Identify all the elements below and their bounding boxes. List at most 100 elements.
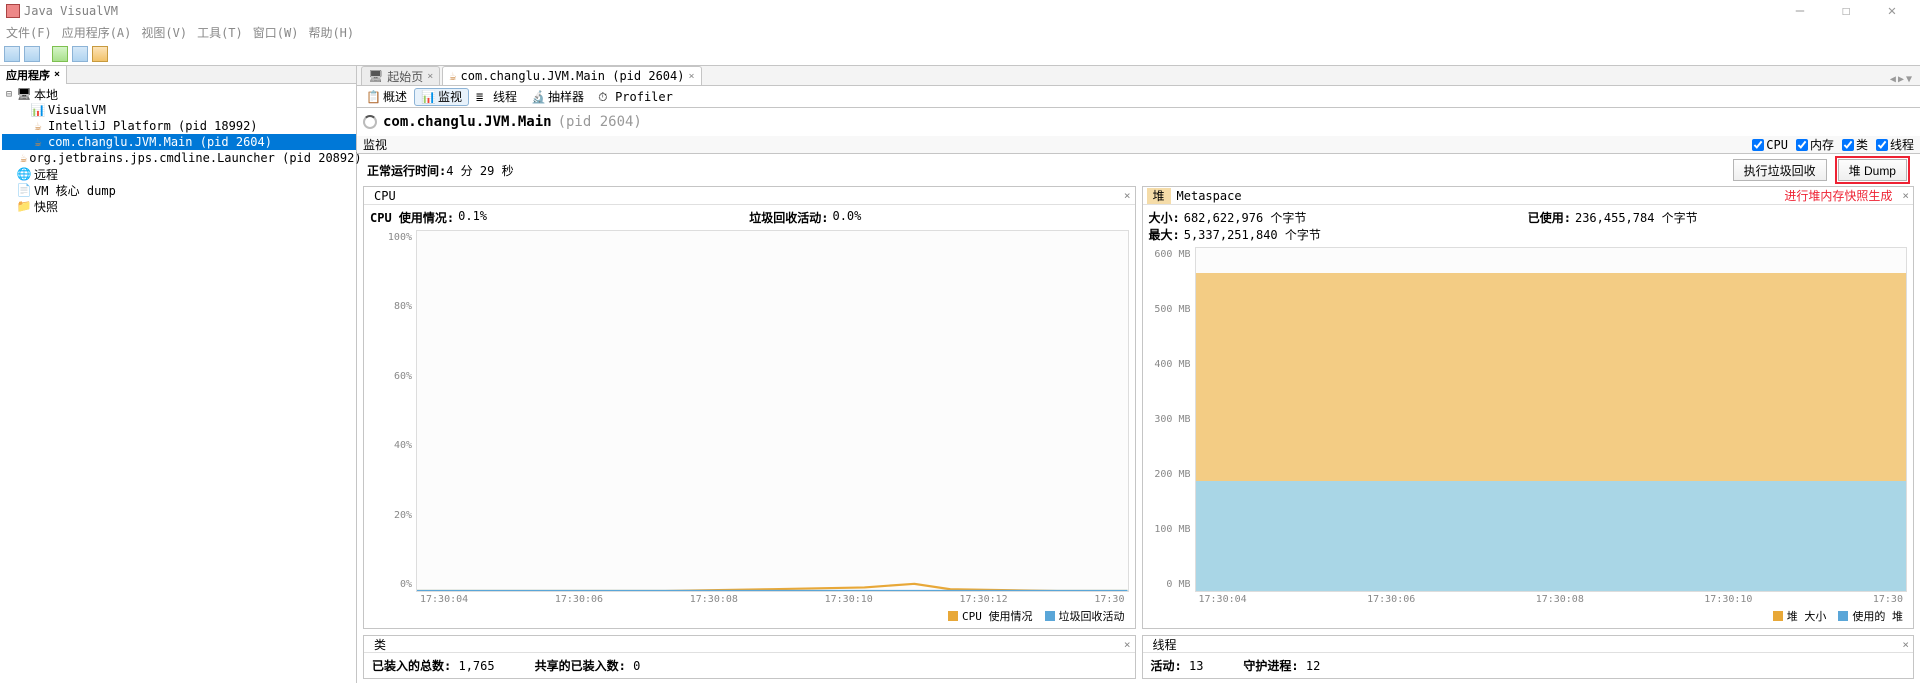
- cpu-panel-tab[interactable]: CPU: [368, 188, 402, 204]
- sidebar: 应用程序 × ⊟ 🖥 本地 📊 VisualVM ☕ IntelliJ Plat…: [0, 66, 357, 683]
- heap-plot: [1195, 247, 1908, 592]
- tree-node-visualvm[interactable]: 📊 VisualVM: [2, 102, 356, 118]
- tree-node-local[interactable]: ⊟ 🖥 本地: [2, 86, 356, 102]
- opt-thread-checkbox[interactable]: [1876, 139, 1888, 151]
- close-icon[interactable]: ×: [1124, 189, 1131, 202]
- close-icon[interactable]: ×: [688, 71, 694, 82]
- tab-prev-icon[interactable]: ◀: [1890, 74, 1896, 85]
- uptime-label: 正常运行时间:: [367, 162, 446, 179]
- toolbar-icon-3[interactable]: [52, 46, 68, 62]
- opt-mem-checkbox[interactable]: [1796, 139, 1808, 151]
- close-icon[interactable]: ×: [54, 69, 60, 80]
- legend-gc: 垃圾回收活动: [1059, 608, 1125, 624]
- tree-label: 快照: [34, 198, 58, 215]
- tree-label: org.jetbrains.jps.cmdline.Launcher (pid …: [29, 151, 361, 165]
- heap-dump-button[interactable]: 堆 Dump: [1838, 159, 1907, 181]
- toolbar-icon-5[interactable]: [92, 46, 108, 62]
- menu-app[interactable]: 应用程序(A): [60, 24, 134, 41]
- visualvm-icon: 📊: [30, 103, 46, 117]
- uptime-row: 正常运行时间: 4 分 29 秒 执行垃圾回收 堆 Dump: [357, 154, 1920, 186]
- sidebar-tabstrip: 应用程序 ×: [0, 66, 356, 84]
- subtab-monitor[interactable]: 📊 监视: [414, 88, 469, 106]
- close-icon[interactable]: ×: [1902, 189, 1909, 202]
- opt-mem[interactable]: 内存: [1796, 136, 1834, 153]
- sidebar-tab-applications[interactable]: 应用程序 ×: [0, 66, 67, 84]
- toolbar-icon-4[interactable]: [72, 46, 88, 62]
- menu-window[interactable]: 窗口(W): [251, 24, 301, 41]
- tree-node-coredump[interactable]: 📄 VM 核心 dump: [2, 182, 356, 198]
- heap-used-label: 已使用:: [1528, 209, 1571, 226]
- tab-dropdown-icon[interactable]: ▼: [1906, 74, 1912, 85]
- window-controls: — ☐ ✕: [1786, 3, 1914, 19]
- opt-cpu-checkbox[interactable]: [1752, 139, 1764, 151]
- tree-node-snapshot[interactable]: 📁 快照: [2, 198, 356, 214]
- threads-daemon-value: 12: [1306, 659, 1320, 673]
- threads-panel: 线程 × 活动: 13 守护进程: 12: [1142, 635, 1915, 679]
- tab-label: 起始页: [387, 68, 423, 85]
- toolbar-icon-2[interactable]: [24, 46, 40, 62]
- threads-daemon-label: 守护进程:: [1243, 659, 1298, 673]
- subtab-label: Profiler: [615, 90, 673, 104]
- subtab-threads[interactable]: ≣ 线程: [469, 88, 524, 106]
- heap-used-value: 236,455,784 个字节: [1575, 209, 1698, 226]
- close-button[interactable]: ✕: [1878, 3, 1906, 19]
- heap-tab[interactable]: 堆: [1147, 188, 1171, 204]
- tree-node-jps[interactable]: ☕ org.jetbrains.jps.cmdline.Launcher (pi…: [2, 150, 356, 166]
- heap-max-value: 5,337,251,840 个字节: [1184, 226, 1321, 243]
- tab-nav: ◀ ▶ ▼: [1890, 74, 1916, 85]
- classes-shared-label: 共享的已装入数:: [535, 659, 626, 673]
- close-icon[interactable]: ×: [1902, 638, 1909, 651]
- cpu-usage-value: 0.1%: [458, 209, 487, 226]
- opt-class[interactable]: 类: [1842, 136, 1868, 153]
- classes-panel-tab[interactable]: 类: [368, 636, 392, 652]
- snapshot-icon: 📁: [16, 199, 32, 213]
- tab-next-icon[interactable]: ▶: [1898, 74, 1904, 85]
- app-icon: [6, 4, 20, 18]
- minimize-button[interactable]: —: [1786, 3, 1814, 19]
- subtab-profiler[interactable]: ⏱ Profiler: [591, 88, 680, 106]
- gc-button[interactable]: 执行垃圾回收: [1733, 159, 1827, 181]
- threads-icon: ≣: [476, 90, 490, 104]
- subtab-sampler[interactable]: 🔬 抽样器: [524, 88, 591, 106]
- subtab-overview[interactable]: 📋 概述: [359, 88, 414, 106]
- toolbar-icon-1[interactable]: [4, 46, 20, 62]
- sidebar-tab-label: 应用程序: [6, 67, 50, 83]
- cpu-chart: 100%80%60%40%20%0%: [370, 230, 1129, 592]
- tree-node-main[interactable]: ☕ com.changlu.JVM.Main (pid 2604): [2, 134, 356, 150]
- tab-main-process[interactable]: ☕ com.changlu.JVM.Main (pid 2604) ×: [442, 66, 701, 85]
- java-icon: ☕: [20, 151, 27, 165]
- computer-icon: 🖥: [16, 87, 32, 101]
- tab-label: com.changlu.JVM.Main (pid 2604): [461, 69, 685, 83]
- subtab-label: 抽样器: [548, 88, 584, 105]
- heap-size-value: 682,622,976 个字节: [1184, 209, 1307, 226]
- menu-bar: 文件(F) 应用程序(A) 视图(V) 工具(T) 窗口(W) 帮助(H): [0, 22, 1920, 42]
- opt-class-checkbox[interactable]: [1842, 139, 1854, 151]
- java-icon: ☕: [30, 135, 46, 149]
- collapse-icon[interactable]: ⊟: [6, 89, 16, 100]
- subtab-label: 线程: [493, 88, 517, 105]
- maximize-button[interactable]: ☐: [1832, 3, 1860, 19]
- java-icon: ☕: [30, 119, 46, 133]
- subtab-strip: 📋 概述 📊 监视 ≣ 线程 🔬 抽样器 ⏱ Profiler: [357, 86, 1920, 108]
- menu-tools[interactable]: 工具(T): [195, 24, 245, 41]
- opt-thread[interactable]: 线程: [1876, 136, 1914, 153]
- classes-shared-value: 0: [633, 659, 640, 673]
- tree-node-remote[interactable]: 🌐 远程: [2, 166, 356, 182]
- opt-cpu[interactable]: CPU: [1752, 138, 1788, 152]
- menu-help[interactable]: 帮助(H): [306, 24, 356, 41]
- subtab-label: 概述: [383, 88, 407, 105]
- threads-panel-tab[interactable]: 线程: [1147, 636, 1183, 652]
- gc-activity-value: 0.0%: [832, 209, 861, 226]
- metaspace-tab[interactable]: Metaspace: [1171, 188, 1248, 204]
- legend-heap-size: 堆 大小: [1787, 608, 1827, 624]
- close-icon[interactable]: ×: [1124, 638, 1131, 651]
- content-tabstrip: 🖥 起始页 × ☕ com.changlu.JVM.Main (pid 2604…: [357, 66, 1920, 86]
- start-icon: 🖥: [368, 69, 383, 83]
- title-bar: Java VisualVM — ☐ ✕: [0, 0, 1920, 22]
- menu-file[interactable]: 文件(F): [4, 24, 54, 41]
- monitor-header: 监视 CPU 内存 类 线程: [357, 136, 1920, 154]
- tab-startpage[interactable]: 🖥 起始页 ×: [361, 66, 440, 85]
- close-icon[interactable]: ×: [427, 71, 433, 82]
- tree-node-intellij[interactable]: ☕ IntelliJ Platform (pid 18992): [2, 118, 356, 134]
- menu-view[interactable]: 视图(V): [139, 24, 189, 41]
